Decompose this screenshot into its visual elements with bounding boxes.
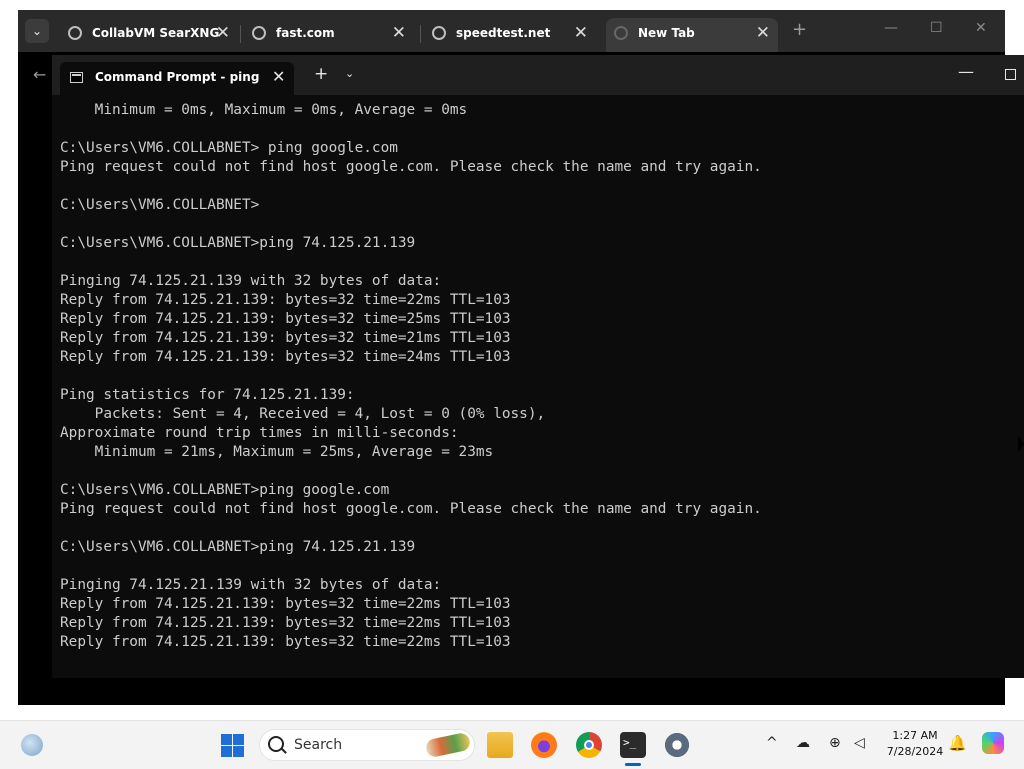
close-tab-icon[interactable]: ✕ <box>574 23 588 43</box>
windows-logo-pane <box>221 746 232 757</box>
new-terminal-tab-button[interactable]: + <box>314 64 328 84</box>
loading-spinner-icon <box>614 26 628 40</box>
browser-maximize-button[interactable]: ☐ <box>930 20 943 36</box>
terminal-line: Reply from 74.125.21.139: bytes=32 time=… <box>60 292 511 308</box>
terminal-output[interactable]: Minimum = 0ms, Maximum = 0ms, Average = … <box>60 101 1016 671</box>
terminal-line: Reply from 74.125.21.139: bytes=32 time=… <box>60 596 511 612</box>
terminal-line: Minimum = 0ms, Maximum = 0ms, Average = … <box>60 102 468 118</box>
terminal-minimize-button[interactable]: — <box>958 62 974 81</box>
terminal-line: Pinging 74.125.21.139 with 32 bytes of d… <box>60 577 442 593</box>
terminal-line: Ping request could not find host google.… <box>60 159 762 175</box>
terminal-line: C:\Users\VM6.COLLABNET>ping google.com <box>60 482 390 498</box>
browser-close-button[interactable]: ✕ <box>975 20 987 36</box>
windows-logo-pane <box>233 734 244 745</box>
mouse-cursor-icon <box>1018 436 1024 452</box>
terminal-maximize-button[interactable] <box>1005 69 1016 80</box>
terminal-line: Reply from 74.125.21.139: bytes=32 time=… <box>60 330 511 346</box>
volume-muted-icon[interactable]: ◁ <box>854 735 865 751</box>
terminal-app-icon[interactable] <box>620 732 646 758</box>
back-arrow-icon[interactable]: ← <box>33 65 46 84</box>
close-tab-icon[interactable]: ✕ <box>756 23 770 43</box>
terminal-line: Reply from 74.125.21.139: bytes=32 time=… <box>60 615 511 631</box>
browser-tab-label: speedtest.net <box>456 26 551 40</box>
firefox-icon[interactable] <box>531 732 557 758</box>
terminal-tab-bar: Command Prompt - ping 74.1 ✕ + ⌄ — <box>52 55 1024 95</box>
command-prompt-icon <box>70 72 83 83</box>
terminal-line: Approximate round trip times in milli-se… <box>60 425 459 441</box>
browser-minimize-button[interactable]: — <box>884 20 898 36</box>
terminal-line: C:\Users\VM6.COLLABNET>ping 74.125.21.13… <box>60 539 416 555</box>
terminal-line: Reply from 74.125.21.139: bytes=32 time=… <box>60 634 511 650</box>
notification-bell-icon[interactable]: 🔔 <box>948 734 967 752</box>
show-hidden-icons-chevron-icon[interactable]: ^ <box>766 735 778 751</box>
browser-tab-fast-com[interactable]: fast.com ✕ <box>244 18 414 52</box>
start-button[interactable] <box>221 734 244 757</box>
search-highlight-image <box>424 731 472 759</box>
copilot-icon[interactable] <box>982 732 1004 754</box>
browser-tab-collabvm-searxng[interactable]: CollabVM SearXNG ✕ <box>60 18 238 52</box>
browser-tab-label: CollabVM SearXNG <box>92 26 220 40</box>
browser-tab-label: New Tab <box>638 26 695 40</box>
globe-icon <box>432 26 446 40</box>
globe-icon <box>252 26 266 40</box>
terminal-line: Pinging 74.125.21.139 with 32 bytes of d… <box>60 273 442 289</box>
terminal-line: Ping request could not find host google.… <box>60 501 762 517</box>
close-tab-icon[interactable]: ✕ <box>216 23 230 43</box>
taskbar-search-box[interactable]: Search <box>259 729 475 761</box>
terminal-line: Reply from 74.125.21.139: bytes=32 time=… <box>60 311 511 327</box>
windows-logo-pane <box>233 746 244 757</box>
terminal-line: C:\Users\VM6.COLLABNET> ping google.com <box>60 140 398 156</box>
windows-logo-pane <box>221 734 232 745</box>
terminal-line: C:\Users\VM6.COLLABNET>ping 74.125.21.13… <box>60 235 416 251</box>
file-explorer-icon[interactable] <box>487 732 513 758</box>
new-tab-button[interactable]: + <box>792 19 807 40</box>
chevron-down-icon[interactable]: ⌄ <box>345 67 354 80</box>
close-tab-icon[interactable]: ✕ <box>272 67 285 86</box>
terminal-tab-command-prompt[interactable]: Command Prompt - ping 74.1 ✕ <box>60 62 294 95</box>
searxng-favicon-icon <box>68 26 82 40</box>
terminal-tab-title: Command Prompt - ping 74.1 <box>95 70 260 84</box>
search-icon <box>268 736 284 752</box>
browser-tab-speedtest[interactable]: speedtest.net ✕ <box>424 18 596 52</box>
browser-tab-label: fast.com <box>276 26 335 40</box>
terminal-line: Minimum = 21ms, Maximum = 25ms, Average … <box>60 444 494 460</box>
network-globe-icon[interactable]: ⊕ <box>829 735 841 751</box>
browser-tab-new-tab[interactable]: New Tab ✕ <box>606 18 778 52</box>
chrome-icon[interactable] <box>576 732 602 758</box>
settings-gear-icon[interactable] <box>664 732 690 758</box>
clock-time: 1:27 AM <box>892 729 938 742</box>
terminal-line: Ping statistics for 74.125.21.139: <box>60 387 355 403</box>
weather-widget-icon[interactable] <box>21 734 43 756</box>
terminal-line: Packets: Sent = 4, Received = 4, Lost = … <box>60 406 546 422</box>
terminal-line: C:\Users\VM6.COLLABNET> <box>60 197 260 213</box>
system-clock[interactable]: 1:27 AM 7/28/2024 <box>884 728 946 760</box>
tab-separator <box>240 25 241 43</box>
tab-search-dropdown-button[interactable]: ⌄ <box>25 19 49 43</box>
browser-tab-bar: ⌄ CollabVM SearXNG ✕ fast.com ✕ speedtes… <box>18 10 1005 52</box>
close-tab-icon[interactable]: ✕ <box>392 23 406 43</box>
tab-separator <box>420 25 421 43</box>
onedrive-cloud-icon[interactable]: ☁ <box>796 735 810 751</box>
terminal-line: Reply from 74.125.21.139: bytes=32 time=… <box>60 349 511 365</box>
terminal-window: Command Prompt - ping 74.1 ✕ + ⌄ — Minim… <box>52 55 1024 678</box>
search-placeholder: Search <box>294 737 343 753</box>
active-app-indicator <box>625 763 641 766</box>
clock-date: 7/28/2024 <box>886 745 944 758</box>
